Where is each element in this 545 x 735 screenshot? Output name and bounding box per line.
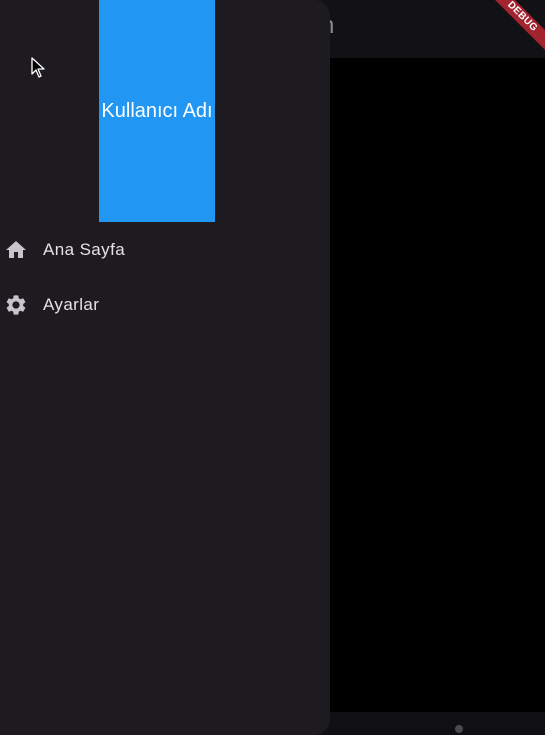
drawer-header-username: Kullanıcı Adı	[101, 99, 213, 122]
drawer-item-settings-label: Ayarlar	[43, 294, 100, 314]
home-icon	[3, 237, 28, 262]
drawer-header: Kullanıcı Adı	[99, 0, 215, 222]
drawer-item-home-label: Ana Sayfa	[43, 239, 126, 259]
page-indicator-dot	[455, 725, 463, 733]
navigation-drawer: Kullanıcı Adı Ana Sayfa Ayarlar	[0, 0, 330, 735]
drawer-item-settings[interactable]: Ayarlar	[0, 277, 330, 332]
app-screen: n DEBUG Kullanıcı Adı Ana Sayfa Ayarlar	[0, 0, 545, 735]
drawer-item-home[interactable]: Ana Sayfa	[0, 222, 330, 277]
gear-icon	[3, 292, 28, 317]
